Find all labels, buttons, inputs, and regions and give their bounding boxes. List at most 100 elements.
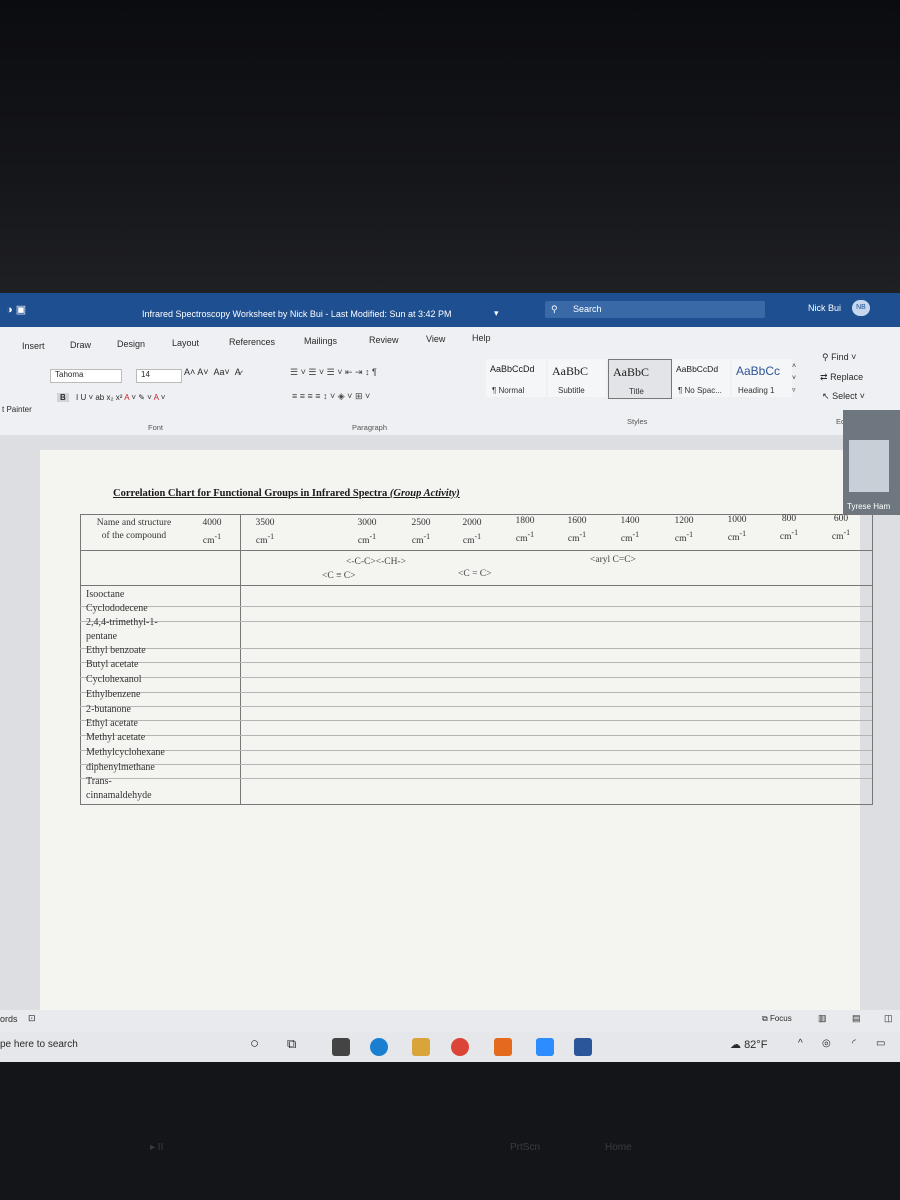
compound-row[interactable]: Cyclohexanol — [86, 674, 142, 685]
compound-row[interactable]: cinnamaldehyde — [86, 790, 152, 801]
annotation-aryl: <aryl C=C> — [590, 555, 636, 565]
row-line — [80, 720, 872, 721]
style-heading-1[interactable]: AaBbCc Heading 1 — [732, 359, 792, 397]
replace-icon: ⇄ — [820, 372, 828, 382]
tab-insert[interactable]: Insert — [22, 341, 45, 351]
title-suffix: (Group Activity) — [389, 488, 460, 499]
chevron-down-icon[interactable]: ▾ — [494, 308, 499, 319]
compound-row[interactable]: pentane — [86, 631, 117, 642]
style-subtitle[interactable]: AaBbC Subtitle — [548, 359, 606, 397]
worksheet-title: Correlation Chart for Functional Groups … — [113, 488, 460, 499]
compound-row[interactable]: 2-butanone — [86, 704, 131, 715]
list-buttons[interactable]: ☰ ˅ ☰ ˅ ☰ ˅ ⇤ ⇥ ↕ ¶ — [290, 367, 377, 378]
task-view-icon[interactable]: ⧉ — [287, 1036, 296, 1052]
user-avatar[interactable]: NB — [852, 300, 870, 316]
read-mode-icon[interactable]: ▥ — [818, 1013, 827, 1024]
freq-1000: 1000 cm-1 — [727, 515, 747, 544]
find-button[interactable]: ⚲ Find ˅ — [822, 352, 856, 363]
freq-1200: 1200 cm-1 — [674, 516, 694, 545]
replace-button[interactable]: ⇄ Replace — [820, 372, 863, 383]
status-bar: ords ⊡ ⧉ Focus ▥ ▤ ◫ — [0, 1010, 900, 1032]
tab-layout[interactable]: Layout — [172, 338, 199, 348]
font-size-select[interactable]: 14 — [136, 369, 182, 383]
freq-800: 800 cm-1 — [779, 514, 799, 543]
focus-label: Focus — [769, 1014, 792, 1023]
freq-1600: 1600 cm-1 — [567, 516, 587, 545]
tab-draw[interactable]: Draw — [70, 340, 91, 350]
header-compound: Name and structure of the compound — [96, 518, 172, 541]
style-normal[interactable]: AaBbCcDd ¶ Normal — [486, 359, 546, 397]
file-explorer-icon[interactable] — [412, 1038, 430, 1056]
search-box[interactable]: ⚲ Search — [545, 301, 765, 318]
compound-row[interactable]: Isooctane — [86, 589, 124, 600]
compound-row[interactable]: diphenylmethane — [86, 762, 155, 773]
text-format-buttons[interactable]: I U ˅ ab x₂ x² A ˅ ✎ ˅ A ˅ — [76, 393, 165, 402]
tab-mailings[interactable]: Mailings — [304, 336, 337, 346]
tab-references[interactable]: References — [229, 337, 275, 347]
compound-row[interactable]: 2,4,4-trimethyl-1- — [86, 617, 158, 628]
compound-row[interactable]: Butyl acetate — [86, 659, 138, 670]
table-annotation-divider — [80, 585, 872, 586]
chrome-icon[interactable] — [451, 1038, 469, 1056]
zoom-icon[interactable] — [536, 1038, 554, 1056]
row-line — [80, 764, 872, 765]
title-bar: ◑ ▣ Infrared Spectroscopy Worksheet by N… — [0, 293, 900, 327]
store-icon[interactable] — [332, 1038, 350, 1056]
taskbar-search[interactable]: pe here to search — [0, 1039, 78, 1050]
cortana-icon[interactable]: ○ — [250, 1035, 259, 1052]
style-title[interactable]: AaBbC Title — [608, 359, 672, 399]
compound-row[interactable]: Cyclododecene — [86, 603, 148, 614]
battery-icon[interactable]: ▭ — [876, 1038, 885, 1049]
user-name[interactable]: Nick Bui — [808, 303, 841, 313]
proofing-icon[interactable]: ⊡ — [28, 1013, 36, 1024]
tab-design[interactable]: Design — [117, 339, 145, 349]
print-layout-icon[interactable]: ▤ — [852, 1013, 861, 1024]
tab-help[interactable]: Help — [472, 333, 491, 343]
select-button[interactable]: ↖ Select ˅ — [822, 391, 865, 402]
bold-button[interactable]: B — [57, 393, 69, 402]
compound-row[interactable]: Methylcyclohexane — [86, 747, 165, 758]
edge-icon[interactable] — [370, 1038, 388, 1056]
network-icon[interactable]: ◎ — [822, 1038, 831, 1049]
tab-review[interactable]: Review — [369, 335, 399, 345]
align-buttons[interactable]: ≡ ≡ ≡ ≡ ↕ ˅ ◈ ˅ ⊞ ˅ — [292, 391, 370, 402]
row-line — [80, 692, 872, 693]
weather-widget[interactable]: ☁ 82°F — [730, 1038, 767, 1051]
wifi-icon[interactable]: ◜ — [852, 1038, 856, 1049]
compound-row[interactable]: Trans- — [86, 776, 112, 787]
compound-row[interactable]: Ethylbenzene — [86, 689, 140, 700]
table-column-divider — [240, 514, 241, 805]
ribbon: Insert Draw Design Layout References Mai… — [0, 327, 900, 436]
compound-row[interactable]: Ethyl benzoate — [86, 645, 146, 656]
compound-row[interactable]: Ethyl acetate — [86, 718, 138, 729]
format-painter-button[interactable]: t Painter — [2, 405, 32, 414]
taskbar: pe here to search ○ ⧉ ☁ 82°F ^ ◎ ◜ ▭ — [0, 1032, 900, 1062]
dark-background-bottom: ▸ II PrtScn Home — [0, 1062, 900, 1200]
select-label: Select — [832, 391, 858, 401]
keyboard-key: PrtScn — [510, 1142, 541, 1153]
search-placeholder: Search — [573, 304, 602, 314]
focus-button[interactable]: ⧉ Focus — [762, 1014, 792, 1024]
word-icon[interactable] — [574, 1038, 592, 1056]
chevron-up-icon[interactable]: ^ — [798, 1038, 803, 1049]
find-label: Find — [831, 352, 849, 362]
styles-scroll-buttons[interactable]: ˄ ˅ ▿ — [792, 361, 796, 397]
tab-view[interactable]: View — [426, 334, 445, 344]
app-icon[interactable] — [494, 1038, 512, 1056]
dark-background-top — [0, 0, 900, 293]
table-border-bottom — [80, 804, 872, 805]
temperature: 82°F — [744, 1039, 768, 1051]
document-title[interactable]: Infrared Spectroscopy Worksheet by Nick … — [142, 309, 451, 319]
word-count[interactable]: ords — [0, 1014, 18, 1024]
row-line — [80, 606, 872, 607]
web-layout-icon[interactable]: ◫ — [884, 1013, 893, 1024]
autosave-icon[interactable]: ◑ ▣ — [6, 303, 26, 316]
font-name-select[interactable]: Tahoma — [50, 369, 122, 383]
find-icon: ⚲ — [822, 352, 829, 362]
style-no-spacing[interactable]: AaBbCcDd ¶ No Spac... — [672, 359, 730, 397]
font-grow-shrink-buttons[interactable]: A˄ A˅ Aa˅ A̷ — [184, 367, 241, 377]
compound-row[interactable]: Methyl acetate — [86, 732, 145, 743]
table-border-right — [872, 514, 873, 805]
annotation-ch: <-C-C><-CH-> — [346, 557, 406, 567]
freq-4000: 4000 cm-1 — [202, 518, 222, 547]
